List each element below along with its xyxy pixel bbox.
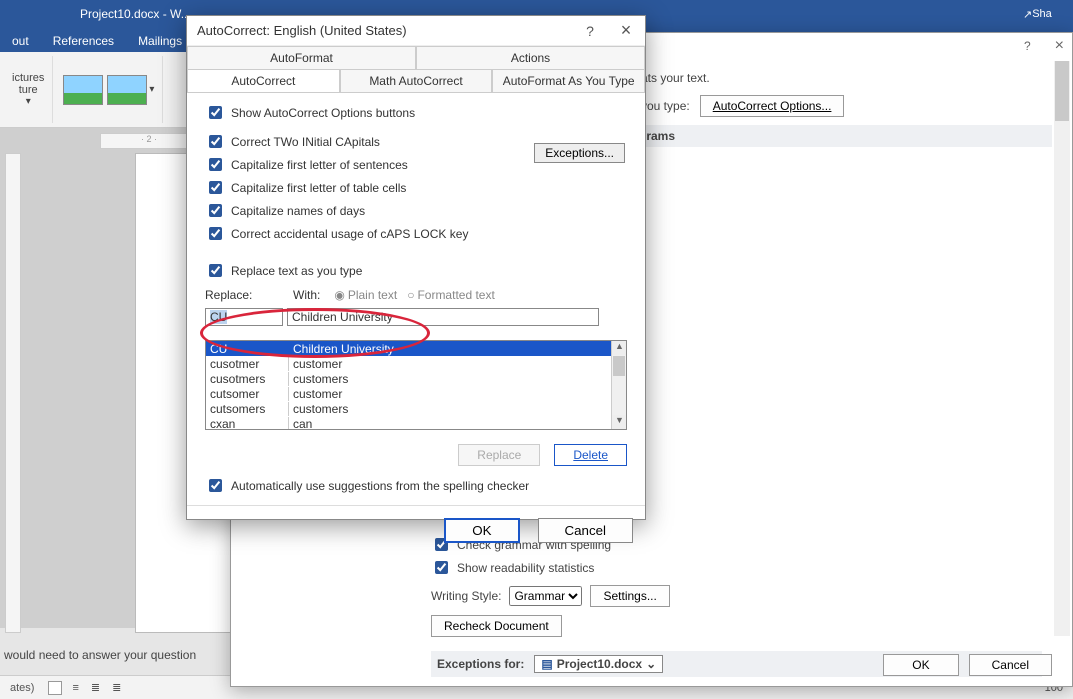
- settings-button[interactable]: Settings...: [590, 585, 669, 607]
- list-icon-3[interactable]: ≣: [112, 681, 121, 694]
- with-input[interactable]: Children University: [287, 308, 599, 326]
- list-item[interactable]: cusotmerscustomers: [206, 371, 626, 386]
- close-icon[interactable]: ×: [1055, 37, 1064, 55]
- replace-button: Replace: [458, 444, 540, 466]
- status-icon-1[interactable]: [48, 681, 62, 695]
- ok-button[interactable]: OK: [444, 518, 519, 543]
- list-item[interactable]: cutsomerscustomers: [206, 401, 626, 416]
- scroll-down-icon[interactable]: ▼: [612, 415, 627, 429]
- exceptions-button[interactable]: Exceptions...: [534, 143, 625, 163]
- picture-thumb-1[interactable]: [63, 75, 103, 105]
- status-text: ates): [10, 682, 34, 694]
- recheck-document-button[interactable]: Recheck Document: [431, 615, 562, 637]
- tab-autoformat-type[interactable]: AutoFormat As You Type: [492, 69, 645, 92]
- document-name: Project10.docx - W...: [80, 7, 191, 21]
- replace-input[interactable]: CU: [205, 308, 283, 326]
- formatted-text-radio: ○ Formatted text: [407, 288, 495, 302]
- picture-thumb-2[interactable]: [107, 75, 147, 105]
- autocorrect-options-button[interactable]: AutoCorrect Options...: [700, 95, 845, 117]
- dialog-scrollbar[interactable]: [1054, 61, 1070, 636]
- list-scrollbar[interactable]: ▲ ▼: [611, 341, 626, 429]
- tab-mailings[interactable]: Mailings: [126, 30, 194, 52]
- tab-actions[interactable]: Actions: [416, 46, 645, 69]
- help-icon[interactable]: ?: [1024, 39, 1031, 53]
- autocorrect-label: you type:: [641, 99, 690, 113]
- list-item[interactable]: cusotmercustomer: [206, 356, 626, 371]
- first-letter-table-checkbox[interactable]: Capitalize first letter of table cells: [205, 176, 627, 199]
- tab-references[interactable]: References: [41, 30, 126, 52]
- autocorrect-dialog: AutoCorrect: English (United States) ? ×…: [186, 15, 646, 520]
- close-icon[interactable]: ×: [617, 20, 635, 41]
- list-item[interactable]: cxancan: [206, 416, 626, 430]
- exceptions-file-select[interactable]: ▤ Project10.docx ⌄: [534, 655, 663, 673]
- replace-text-checkbox[interactable]: Replace text as you type: [205, 259, 627, 282]
- picture-gallery[interactable]: ▾: [53, 56, 163, 123]
- autocorrect-list[interactable]: CUChildren Universitycusotmercustomercus…: [205, 340, 627, 430]
- cancel-button[interactable]: Cancel: [969, 654, 1052, 676]
- word-doc-icon: ▤: [541, 657, 552, 671]
- tab-autocorrect[interactable]: AutoCorrect: [187, 69, 340, 92]
- writing-style-select[interactable]: Grammar: [509, 586, 582, 606]
- scroll-up-icon[interactable]: ▲: [612, 341, 627, 355]
- dialog-tabs: AutoFormat Actions AutoCorrect Math Auto…: [187, 46, 645, 93]
- share-button[interactable]: ↗ Sha: [1023, 2, 1063, 26]
- list-item[interactable]: CUChildren University: [206, 341, 626, 356]
- pictures-group: ictures ture ▾: [4, 56, 53, 123]
- tab-autoformat[interactable]: AutoFormat: [187, 46, 416, 69]
- delete-button[interactable]: Delete: [554, 444, 627, 466]
- list-icon[interactable]: ≡: [72, 682, 78, 694]
- tab-math-autocorrect[interactable]: Math AutoCorrect: [340, 69, 493, 92]
- with-label: With:: [293, 288, 320, 302]
- suggestions-checkbox[interactable]: Automatically use suggestions from the s…: [205, 474, 627, 497]
- ok-button[interactable]: OK: [883, 654, 958, 676]
- cancel-button[interactable]: Cancel: [538, 518, 634, 543]
- writing-style-label: Writing Style:: [431, 589, 501, 603]
- plain-text-radio: ◉ Plain text: [334, 288, 397, 302]
- replace-label: Replace:: [205, 288, 283, 302]
- list-icon-2[interactable]: ≣: [91, 681, 100, 694]
- caps-lock-checkbox[interactable]: Correct accidental usage of cAPS LOCK ke…: [205, 222, 627, 245]
- names-of-days-checkbox[interactable]: Capitalize names of days: [205, 199, 627, 222]
- help-icon[interactable]: ?: [581, 23, 599, 39]
- body-text-fragment: would need to answer your question: [4, 648, 196, 662]
- list-item[interactable]: cutsomercustomer: [206, 386, 626, 401]
- dialog-title: AutoCorrect: English (United States): [197, 23, 407, 38]
- programs-header: rograms: [621, 125, 1052, 147]
- show-options-checkbox[interactable]: Show AutoCorrect Options buttons: [205, 101, 627, 124]
- readability-checkbox[interactable]: Show readability statistics: [431, 556, 1042, 579]
- tab-layout[interactable]: out: [0, 30, 41, 52]
- ruler-vertical: [5, 153, 21, 633]
